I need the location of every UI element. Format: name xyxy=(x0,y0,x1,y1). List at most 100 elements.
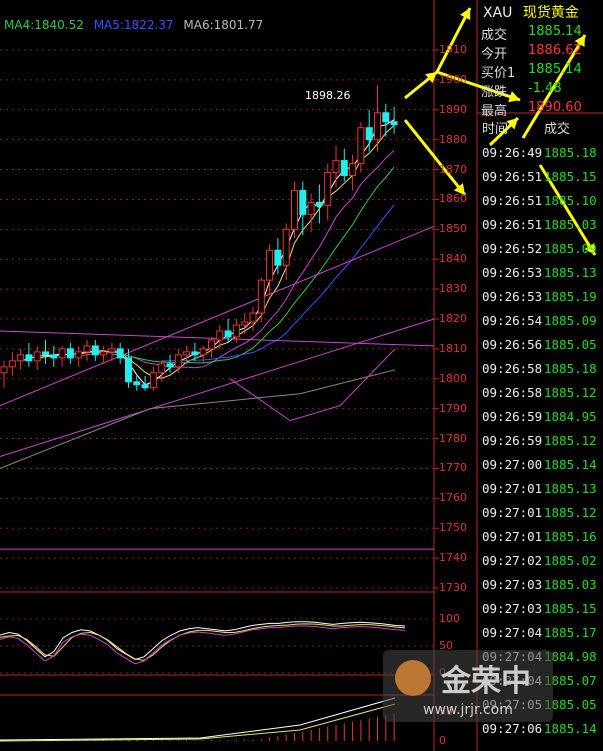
tick-price: 1885.14 xyxy=(544,721,597,736)
tick-row[interactable]: 09:27:00 1885.14 xyxy=(478,457,603,480)
tick-row[interactable]: 09:26:58 1885.12 xyxy=(478,385,603,408)
candle-body xyxy=(357,127,365,165)
candle-body xyxy=(216,330,224,341)
watermark-logo-icon xyxy=(395,660,431,696)
quote-value: -1.48 xyxy=(528,81,562,96)
tick-row[interactable]: 09:27:03 1885.03 xyxy=(478,577,603,600)
candle-body xyxy=(58,348,66,359)
candle-body xyxy=(149,372,157,389)
tick-time: 09:26:59 xyxy=(482,409,543,424)
tick-time: 09:27:02 xyxy=(482,553,543,568)
candle-body xyxy=(249,312,257,323)
candle-body xyxy=(17,354,25,362)
tick-time: 09:27:01 xyxy=(482,529,543,544)
tick-row[interactable]: 09:26:52 1885.09 xyxy=(478,241,603,264)
candle-body xyxy=(191,351,199,356)
quote-row: 今开 1886.62 xyxy=(478,43,603,63)
candle-body xyxy=(183,351,191,356)
tick-time: 09:27:04 xyxy=(482,625,543,640)
tick-price: 1885.10 xyxy=(544,193,597,208)
tick-price: 1885.09 xyxy=(544,241,597,256)
candle-body xyxy=(299,189,307,215)
candle-body xyxy=(266,249,274,281)
tick-row[interactable]: 09:26:59 1884.95 xyxy=(478,409,603,432)
tick-price: 1885.18 xyxy=(544,145,597,160)
quote-label: 今开 xyxy=(481,47,508,62)
y-tick-label: 1780 xyxy=(439,431,467,445)
quote-row: 买价1 1885.14 xyxy=(478,62,603,82)
candle-body xyxy=(291,189,298,230)
tick-time: 09:26:54 xyxy=(482,313,543,328)
candle-body xyxy=(8,360,16,368)
candle-body xyxy=(108,348,116,353)
y-tick-label: 1760 xyxy=(439,491,467,505)
tick-time: 09:26:49 xyxy=(482,145,543,160)
watermark-text: 金荣中 xyxy=(441,664,531,699)
quote-value: 1885.14 xyxy=(528,24,582,39)
tick-row[interactable]: 09:27:01 1885.12 xyxy=(478,505,603,528)
tick-row[interactable]: 09:27:02 1885.02 xyxy=(478,553,603,576)
instrument-symbol: XAU xyxy=(483,5,513,21)
tick-row[interactable]: 09:26:49 1885.18 xyxy=(478,145,603,168)
tick-price: 1885.17 xyxy=(544,625,597,640)
tick-time: 09:27:06 xyxy=(482,721,543,736)
tick-time: 09:26:53 xyxy=(482,289,543,304)
candle-body xyxy=(158,363,166,374)
tick-row[interactable]: 09:26:53 1885.13 xyxy=(478,265,603,288)
tick-row[interactable]: 09:27:06 1885.14 xyxy=(478,721,603,744)
price-column-header: 成交 xyxy=(544,122,571,137)
tick-row[interactable]: 09:26:56 1885.05 xyxy=(478,337,603,360)
tick-row[interactable]: 09:27:04 1885.17 xyxy=(478,625,603,648)
tick-row[interactable]: 09:26:53 1885.19 xyxy=(478,289,603,312)
tick-row[interactable]: 09:26:51 1885.10 xyxy=(478,193,603,216)
tick-price: 1885.12 xyxy=(544,433,597,448)
tick-price: 1885.15 xyxy=(544,601,597,616)
y-tick-label: 1770 xyxy=(439,461,467,475)
tick-price: 1885.03 xyxy=(544,577,597,592)
candle-body xyxy=(42,351,49,356)
time-column-header: 时间 xyxy=(482,122,509,137)
tick-price: 1885.02 xyxy=(544,553,597,568)
quote-value: 1885.14 xyxy=(528,62,582,77)
quote-row: 涨跌 -1.48 xyxy=(478,81,603,101)
annotation-arrow xyxy=(403,119,467,196)
osc-j-line xyxy=(0,625,406,665)
candle-body xyxy=(83,345,91,353)
watermark: 金荣中 www.jrjr.com xyxy=(383,650,553,722)
tick-row[interactable]: 09:27:01 1885.13 xyxy=(478,481,603,504)
tick-price: 1885.18 xyxy=(544,361,597,376)
y-tick-label: 1810 xyxy=(439,341,467,355)
tick-row[interactable]: 09:26:59 1885.12 xyxy=(478,433,603,456)
tick-time: 09:26:51 xyxy=(482,169,543,184)
candle-body xyxy=(66,348,74,359)
candle-body xyxy=(100,351,108,356)
candle-body xyxy=(382,112,390,123)
candle-body xyxy=(166,363,174,368)
tick-row[interactable]: 09:27:01 1885.16 xyxy=(478,529,603,552)
candle-body xyxy=(50,354,58,359)
y-tick-label: 1860 xyxy=(439,192,467,206)
osc-tick-label: 100 xyxy=(439,612,460,625)
watermark-url: www.jrjr.com xyxy=(423,702,513,718)
tick-row[interactable]: 09:26:54 1885.09 xyxy=(478,313,603,336)
ma-line xyxy=(0,369,396,469)
tick-row[interactable]: 09:26:51 1885.15 xyxy=(478,169,603,192)
candle-body xyxy=(274,249,282,266)
tick-time: 09:26:52 xyxy=(482,241,543,256)
tick-row[interactable]: 09:26:58 1885.18 xyxy=(478,361,603,384)
tick-time: 09:26:53 xyxy=(482,265,543,280)
candle-body xyxy=(25,354,33,362)
ma6-label: MA6:1801.77 xyxy=(183,18,264,32)
y-tick-label: 1910 xyxy=(439,43,467,56)
tick-time: 09:26:51 xyxy=(482,217,543,232)
y-tick-label: 1740 xyxy=(439,551,467,565)
tick-price: 1885.15 xyxy=(544,169,597,184)
candle-body xyxy=(141,384,149,389)
y-tick-label: 1790 xyxy=(439,401,467,415)
tick-price: 1885.13 xyxy=(544,481,597,496)
tick-row[interactable]: 09:26:51 1885.03 xyxy=(478,217,603,240)
ma4-label: MA4:1840.52 xyxy=(4,18,84,32)
tick-row[interactable]: 09:27:03 1885.15 xyxy=(478,601,603,624)
y-tick-label: 1830 xyxy=(439,282,467,296)
candle-body xyxy=(199,348,207,356)
